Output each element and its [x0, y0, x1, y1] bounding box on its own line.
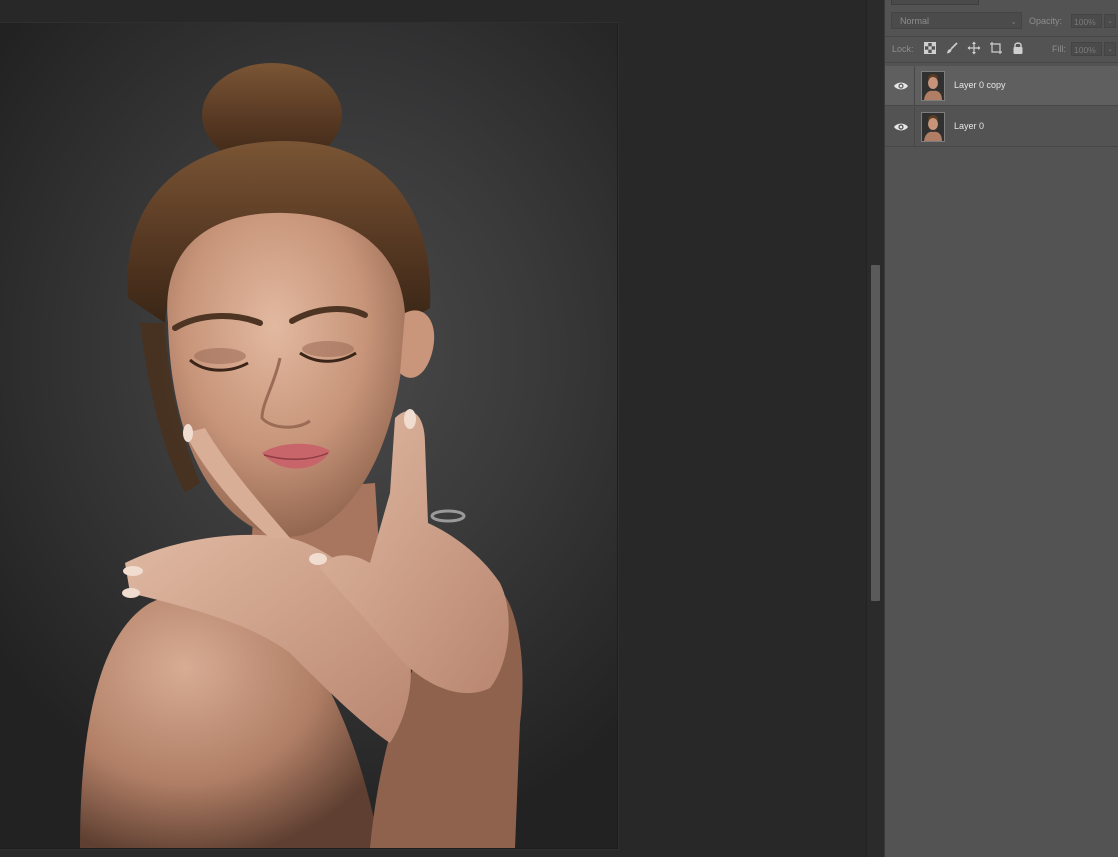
- layer-thumbnail[interactable]: [921, 71, 945, 101]
- blend-mode-select[interactable]: Normal ⌄: [891, 12, 1022, 29]
- fill-input[interactable]: 100%: [1071, 42, 1102, 56]
- move-icon[interactable]: [967, 41, 981, 55]
- eye-icon[interactable]: [893, 78, 909, 94]
- divider: [885, 62, 1118, 63]
- opacity-dropdown-arrow[interactable]: ⌄: [1104, 14, 1116, 28]
- panel-tab[interactable]: [891, 0, 979, 5]
- portrait-image: [80, 63, 523, 848]
- layers-panel: Normal ⌄ Opacity: 100% ⌄ Lock: Fill: 100…: [884, 0, 1118, 857]
- ring-shape: [430, 509, 466, 523]
- ear-shape: [400, 310, 435, 378]
- layer-thumbnail[interactable]: [921, 112, 945, 142]
- fill-dropdown-arrow[interactable]: ⌄: [1104, 42, 1116, 56]
- layer-row-layer-0-copy[interactable]: Layer 0 copy: [885, 66, 1118, 106]
- divider: [914, 107, 915, 147]
- layer-name: Layer 0 copy: [954, 80, 1006, 90]
- canvas-area[interactable]: [0, 0, 866, 857]
- lock-fill-row: Lock: Fill: 100% ⌄: [885, 38, 1118, 60]
- brush-icon[interactable]: [945, 41, 959, 55]
- chevron-down-icon: ⌄: [1010, 17, 1017, 26]
- document-canvas[interactable]: [0, 23, 618, 849]
- lock-transparent-pixels-icon[interactable]: [923, 41, 937, 55]
- divider: [885, 36, 1118, 37]
- vertical-scrollbar[interactable]: [866, 0, 884, 857]
- eye-icon[interactable]: [893, 119, 909, 135]
- lock-label: Lock:: [892, 44, 914, 54]
- fill-label: Fill:: [1052, 44, 1066, 54]
- blend-opacity-row: Normal ⌄ Opacity: 100% ⌄: [885, 9, 1118, 33]
- artboard-icon[interactable]: [989, 41, 1003, 55]
- divider: [914, 66, 915, 106]
- layer-row-layer-0[interactable]: Layer 0: [885, 107, 1118, 147]
- blend-mode-value: Normal: [900, 16, 930, 26]
- photoshop-workspace: Normal ⌄ Opacity: 100% ⌄ Lock: Fill: 100…: [0, 0, 1118, 857]
- lock-icon[interactable]: [1011, 41, 1025, 55]
- scrollbar-thumb[interactable]: [871, 265, 880, 601]
- opacity-input[interactable]: 100%: [1071, 14, 1102, 28]
- layer-name: Layer 0: [954, 121, 985, 131]
- opacity-label: Opacity:: [1029, 16, 1063, 26]
